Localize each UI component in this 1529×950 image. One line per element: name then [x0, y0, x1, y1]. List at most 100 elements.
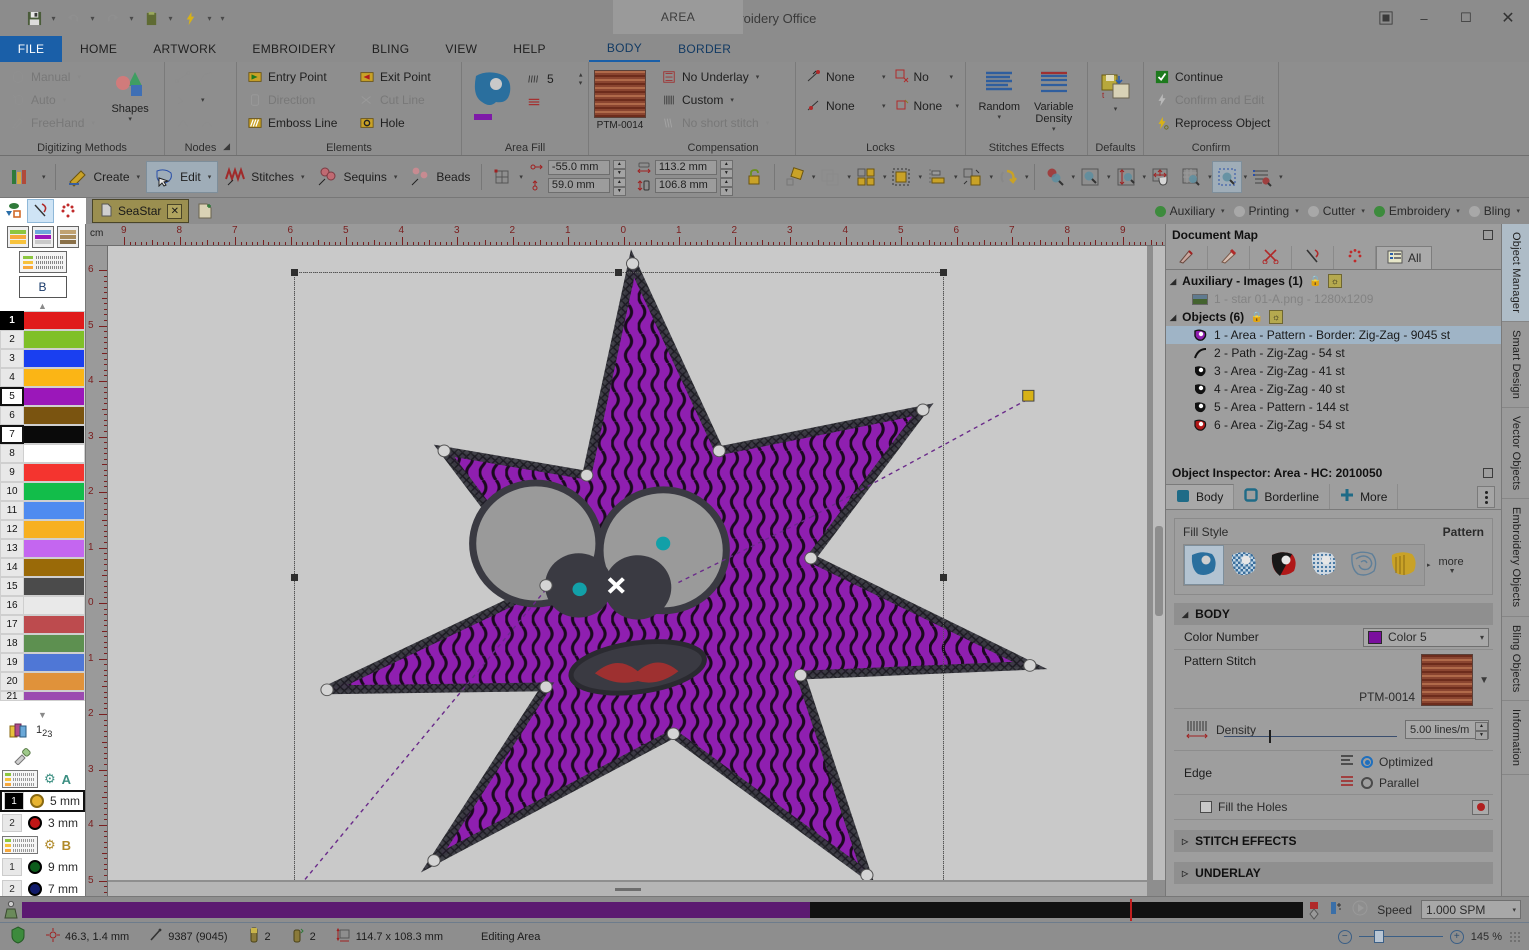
palette-swatch-color[interactable] [24, 539, 85, 558]
artwork-palette-tab[interactable] [0, 199, 27, 223]
chevron-collapse-icon[interactable]: ◢ [1170, 313, 1176, 322]
eyedropper-row[interactable] [0, 743, 85, 768]
ribbon-tab-file[interactable]: FILE [0, 36, 62, 62]
chevron-down-icon[interactable]: ▾ [950, 73, 954, 81]
zoom-height-button[interactable] [1111, 161, 1141, 193]
chevron-down-icon[interactable]: ▾ [301, 173, 305, 181]
grid-arrange-button[interactable] [851, 161, 881, 193]
hole-button[interactable]: Hole [355, 112, 455, 134]
panel-restore-icon[interactable] [1483, 468, 1493, 478]
fill-style-more-button[interactable]: more ▼ [1439, 556, 1464, 575]
chevron-collapse-icon[interactable]: ◢ [1182, 610, 1188, 619]
scrollbar-thumb[interactable] [615, 888, 641, 891]
zoom-grid-button[interactable] [1176, 161, 1206, 193]
position-y-input[interactable]: 59.0 mm [548, 178, 610, 193]
random-density-button[interactable]: Random ▾ [972, 68, 1027, 121]
play-icon[interactable] [1352, 900, 1368, 919]
palette-swatch-color[interactable] [24, 425, 85, 444]
node-line-button[interactable] [171, 66, 195, 88]
panel-restore-icon[interactable] [1483, 230, 1493, 240]
palette-swatch-color[interactable] [24, 406, 85, 425]
palette-swatch-color[interactable] [24, 349, 85, 368]
palette-swatch-color[interactable] [24, 691, 85, 701]
palette-swatch-row[interactable]: 9 [0, 463, 85, 482]
chevron-down-icon[interactable]: ▾ [208, 173, 212, 181]
palette-swatch-row[interactable]: 16 [0, 596, 85, 615]
rotate-shape-button[interactable] [780, 161, 810, 193]
dm-tab-brush[interactable] [1208, 246, 1250, 269]
dm-tab-all[interactable]: All [1376, 246, 1432, 269]
mode-sequins-button[interactable]: Sequins ▾ [310, 161, 403, 193]
cut-line-button[interactable]: Cut Line [355, 89, 455, 111]
node-more-button[interactable]: ▾ [195, 89, 209, 111]
pattern-swatch[interactable]: PTM-0014 [594, 70, 646, 131]
width-input[interactable]: 113.2 mm [655, 160, 717, 175]
lock-out-value[interactable]: None [822, 95, 880, 117]
tab-more[interactable]: More [1330, 484, 1398, 509]
zoom-slider-knob[interactable] [1374, 930, 1384, 943]
palette-swatch-row[interactable]: 8 [0, 444, 85, 463]
dm-tab-pencil[interactable] [1166, 246, 1208, 269]
chevron-down-icon[interactable]: ▼ [1479, 675, 1489, 686]
mode-beads-button[interactable]: Beads [403, 161, 476, 193]
mode-create-button[interactable]: Create ▾ [61, 161, 147, 193]
chevron-down-icon[interactable]: ▾ [579, 79, 583, 87]
freehand-button[interactable]: FreeHand ▾ [6, 112, 102, 134]
ribbon-tab-body[interactable]: BODY [589, 36, 660, 62]
bling-palette-tab[interactable] [54, 199, 81, 223]
palette-swatch-row[interactable]: 19 [0, 653, 85, 672]
document-tab-seastar[interactable]: SeaStar ✕ [92, 199, 189, 223]
palette-swatch-row[interactable]: 4 [0, 368, 85, 387]
chevron-down-icon[interactable]: ▾ [1516, 207, 1520, 215]
chevron-down-icon[interactable]: ▾ [882, 73, 886, 81]
chevron-down-icon[interactable]: ▼ [1449, 568, 1456, 575]
entry-point-button[interactable]: Entry Point [243, 66, 355, 88]
palette-swatch-row[interactable]: 3 [0, 349, 85, 368]
resize-handle-n[interactable] [615, 269, 622, 276]
resize-handle-e[interactable] [940, 574, 947, 581]
library-button[interactable] [0, 161, 40, 193]
shapes-button[interactable]: Shapes ▾ [102, 66, 158, 123]
resize-handle-w[interactable] [291, 574, 298, 581]
chevron-up-icon[interactable]: ▾ [579, 71, 583, 79]
hardware-auxiliary[interactable]: Auxiliary ▾ [1152, 204, 1228, 218]
confirm-edit-button[interactable]: Confirm and Edit [1150, 89, 1274, 111]
dm-object-5[interactable]: 5 - Area - Pattern - 144 st [1166, 398, 1501, 416]
chevron-up-icon[interactable]: ▲ [38, 301, 47, 311]
stitch-player-icon[interactable] [0, 900, 22, 920]
underlay-button[interactable]: No Underlay ▾ [657, 66, 773, 88]
vtab-smart-design[interactable]: Smart Design [1502, 322, 1529, 408]
position-y-spinner[interactable]: ▲▼ [613, 178, 626, 194]
color-number-select[interactable]: Color 5 ▾ [1363, 628, 1489, 647]
maximize-button[interactable]: ☐ [1445, 0, 1487, 36]
zoom-window-button[interactable] [1075, 161, 1105, 193]
edge-optimized-radio[interactable] [1361, 756, 1373, 768]
position-x-input[interactable]: -55.0 mm [548, 160, 610, 175]
palette-swatch-row[interactable]: 1 [0, 311, 85, 330]
stitch-step-icon[interactable] [1329, 900, 1343, 919]
distribute-button[interactable] [957, 161, 987, 193]
close-button[interactable]: ✕ [1487, 0, 1529, 36]
node-curve-button[interactable] [195, 66, 219, 88]
palette-swatch-row[interactable]: 15 [0, 577, 85, 596]
chevron-expand-icon[interactable]: ▷ [1182, 837, 1188, 846]
selection-bounding-box[interactable] [294, 272, 944, 880]
chevron-down-icon[interactable]: ▾ [730, 96, 734, 104]
zoom-slider[interactable] [1359, 936, 1443, 937]
node-symmetric-button[interactable] [171, 112, 195, 134]
ribbon-tab-home[interactable]: HOME [62, 36, 135, 62]
palette-swatch-color[interactable] [24, 482, 85, 501]
color-sequence-row[interactable]: 123 [0, 720, 85, 743]
fill-plaid-swatch[interactable] [1264, 545, 1304, 585]
hardware-cutter[interactable]: Cutter ▾ [1305, 204, 1368, 218]
tab-body[interactable]: Body [1166, 484, 1234, 509]
embroidery-palette-tab[interactable] [27, 199, 54, 223]
chevron-expand-icon[interactable]: ▷ [1182, 869, 1188, 878]
palette-swatch-color[interactable] [24, 653, 85, 672]
transparency-button[interactable] [815, 161, 845, 193]
new-document-icon[interactable] [195, 201, 215, 221]
density-spinner[interactable]: ▲▼ [1475, 722, 1488, 738]
dm-tab-scissors[interactable] [1250, 246, 1292, 269]
palette-preset-1[interactable] [7, 226, 29, 248]
trim-value[interactable]: No [910, 66, 948, 88]
